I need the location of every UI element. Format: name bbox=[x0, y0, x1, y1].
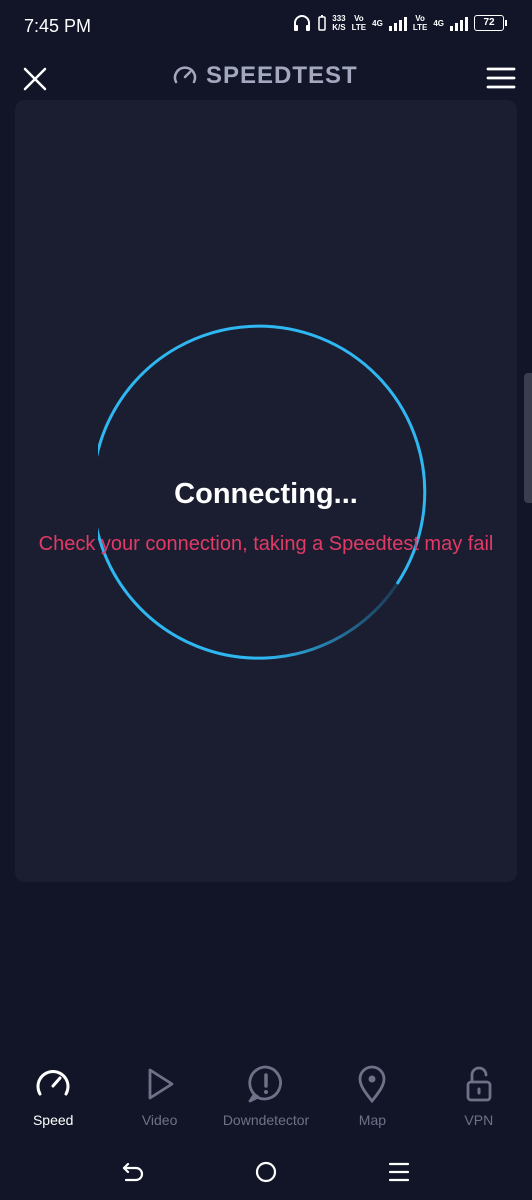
signal-icon bbox=[450, 15, 468, 31]
edge-handle[interactable] bbox=[524, 373, 532, 503]
play-icon bbox=[148, 1068, 174, 1100]
battery-saver-icon bbox=[318, 15, 327, 31]
speed-gauge-icon bbox=[36, 1070, 70, 1096]
home-icon[interactable] bbox=[252, 1158, 280, 1186]
alert-icon bbox=[248, 1065, 282, 1103]
nav-vpn[interactable]: VPN bbox=[426, 1064, 532, 1140]
nav-label: Speed bbox=[32, 1112, 74, 1128]
close-icon[interactable] bbox=[20, 64, 50, 94]
connection-warning: Check your connection, taking a Speedtes… bbox=[38, 533, 494, 555]
bottom-navigation: Speed Video Downdetector Map VPN bbox=[0, 1064, 532, 1140]
app-header: SPEEDTEST bbox=[0, 52, 532, 102]
nav-speed[interactable]: Speed bbox=[0, 1064, 106, 1140]
nav-label: Downdetector bbox=[222, 1112, 310, 1128]
sim1-tech: 4G bbox=[372, 18, 383, 28]
nav-label: Video bbox=[141, 1112, 178, 1128]
map-pin-icon bbox=[359, 1065, 386, 1104]
battery-icon: 72 bbox=[474, 15, 507, 31]
speedometer-icon bbox=[173, 66, 197, 84]
signal-icon bbox=[388, 15, 407, 31]
nav-downdetector[interactable]: Downdetector bbox=[213, 1064, 319, 1140]
brand-name: SPEEDTEST bbox=[206, 62, 358, 89]
connecting-status: Connecting... bbox=[174, 478, 358, 510]
nav-label: VPN bbox=[464, 1112, 494, 1128]
net-speed: 333 K/S bbox=[332, 14, 346, 32]
sim1-volte: Vo LTE bbox=[351, 14, 367, 32]
system-navigation bbox=[0, 1150, 532, 1190]
status-time: 7:45 PM bbox=[24, 16, 92, 36]
status-bar: 7:45 PM 333 K/S Vo LTE 4G Vo LTE 4G 72 bbox=[0, 0, 532, 52]
recents-icon[interactable] bbox=[385, 1158, 413, 1186]
nav-label: Map bbox=[358, 1112, 387, 1128]
nav-map[interactable]: Map bbox=[319, 1064, 425, 1140]
lock-icon bbox=[466, 1066, 492, 1102]
sim2-volte: Vo LTE bbox=[412, 14, 428, 32]
nav-video[interactable]: Video bbox=[106, 1064, 212, 1140]
headphones-icon bbox=[294, 15, 311, 31]
brand-logo: SPEEDTEST bbox=[172, 62, 358, 90]
hamburger-menu-icon[interactable] bbox=[486, 66, 516, 90]
back-icon[interactable] bbox=[119, 1158, 147, 1186]
status-icons: 333 K/S Vo LTE 4G Vo LTE 4G 72 bbox=[292, 14, 507, 32]
speedtest-card: Connecting... Check your connection, tak… bbox=[15, 100, 517, 882]
sim2-tech: 4G bbox=[433, 18, 444, 28]
